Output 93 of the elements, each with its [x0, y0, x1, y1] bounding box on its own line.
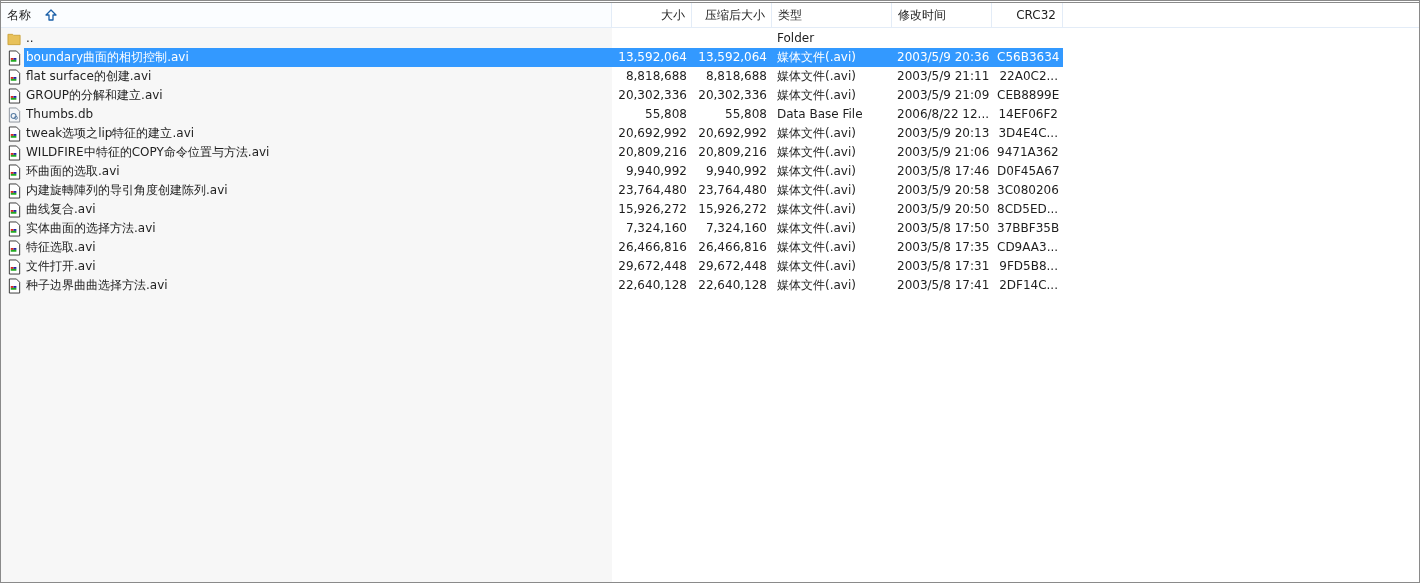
- video-file-icon: [7, 87, 22, 104]
- sort-ascending-icon: [45, 9, 57, 21]
- table-cell-text: 29,672,448: [617, 258, 688, 275]
- table-cell-text: 媒体文件(.avi): [776, 239, 857, 256]
- table-cell-text: 2003/5/9 20:50: [896, 201, 991, 218]
- table-cell-text: 8,818,688: [704, 68, 768, 85]
- table-cell-text: 22,640,128: [697, 277, 768, 294]
- table-cell-text: 2003/5/8 17:46: [896, 163, 991, 180]
- table-cell-text: 20,692,992: [697, 125, 768, 142]
- table-cell-text: 2DF14C...: [998, 277, 1059, 294]
- table-cell-text: 9,940,992: [704, 163, 768, 180]
- table-cell-text: 14EF06F2: [997, 106, 1059, 123]
- table-cell-text: 26,466,816: [697, 239, 768, 256]
- table-cell-text: 2003/5/9 21:09: [896, 87, 991, 104]
- video-file-icon: [7, 144, 22, 161]
- video-file-icon: [7, 239, 22, 256]
- table-cell-text: CD9AA3...: [996, 239, 1060, 256]
- table-cell-text: 23,764,480: [617, 182, 688, 199]
- table-cell-text: 媒体文件(.avi): [776, 144, 857, 161]
- table-cell: 媒体文件(.avi): [772, 48, 892, 67]
- table-cell-text: Folder: [776, 30, 816, 47]
- table-cell-text: 2003/5/8 17:35: [896, 239, 991, 256]
- video-file-icon: [7, 49, 22, 66]
- table-cell-text: 2003/5/9 20:58: [896, 182, 991, 199]
- file-name[interactable]: 环曲面的选取.avi: [24, 162, 612, 181]
- table-cell-text: 媒体文件(.avi): [776, 220, 857, 237]
- file-name[interactable]: WILDFIRE中特征的COPY命令位置与方法.avi: [24, 143, 612, 162]
- file-name[interactable]: 特征选取.avi: [24, 238, 612, 257]
- table-cell-text: 55,808: [724, 106, 768, 123]
- table-cell-text: D0F45A67: [996, 163, 1061, 180]
- video-file-icon: [7, 163, 22, 180]
- table-cell-text: 3C080206: [996, 182, 1060, 199]
- table-cell-text: 2003/5/8 17:31: [896, 258, 991, 275]
- file-name[interactable]: tweak选项之lip特征的建立.avi: [24, 124, 612, 143]
- video-file-icon: [7, 201, 22, 218]
- table-cell-text: 2003/5/9 21:06: [896, 144, 991, 161]
- table-cell-text: 媒体文件(.avi): [776, 163, 857, 180]
- table-cell-text: 9FD5B8...: [998, 258, 1059, 275]
- table-cell-text: 15,926,272: [617, 201, 688, 218]
- table-cell-text: 8CD5ED...: [996, 201, 1060, 218]
- table-cell-text: 媒体文件(.avi): [776, 87, 857, 104]
- table-cell-text: 20,809,216: [697, 144, 768, 161]
- file-name[interactable]: 种子边界曲曲选择方法.avi: [24, 276, 612, 295]
- table-cell-text: 媒体文件(.avi): [776, 68, 857, 85]
- table-cell-text: 37BBF35B: [996, 220, 1061, 237]
- table-cell-text: 2003/5/9 20:13: [896, 125, 991, 142]
- table-cell-text: 9471A362: [996, 144, 1060, 161]
- table-cell-text: Data Base File: [776, 106, 864, 123]
- table-cell-text: 媒体文件(.avi): [776, 277, 857, 294]
- table-cell-text: 2003/5/8 17:50: [896, 220, 991, 237]
- file-name[interactable]: 曲线复合.avi: [24, 200, 612, 219]
- table-cell-text: 20,302,336: [697, 87, 768, 104]
- table-cell-text: 8,818,688: [624, 68, 688, 85]
- file-name[interactable]: 内建旋轉陣列的导引角度创建陈列.avi: [24, 181, 612, 200]
- file-name[interactable]: 文件打开.avi: [24, 257, 612, 276]
- video-file-icon: [7, 125, 22, 142]
- video-file-icon: [7, 182, 22, 199]
- table-cell: 13,592,064: [612, 48, 692, 67]
- table-cell-text: 媒体文件(.avi): [776, 182, 857, 199]
- table-cell-text: 26,466,816: [617, 239, 688, 256]
- table-cell-text: 7,324,160: [624, 220, 688, 237]
- file-name[interactable]: GROUP的分解和建立.avi: [24, 86, 612, 105]
- table-cell-text: 55,808: [644, 106, 688, 123]
- table-cell-text: 22,640,128: [617, 277, 688, 294]
- table-cell-text: CEB8899E: [996, 87, 1061, 104]
- table-cell-text: 3D4E4C...: [997, 125, 1059, 142]
- table-cell-text: 23,764,480: [697, 182, 768, 199]
- table-cell-text: 2006/8/22 12...: [896, 106, 991, 123]
- table-cell: 2003/5/9 20:36: [892, 48, 992, 67]
- table-cell-text: 20,692,992: [617, 125, 688, 142]
- table-cell: 13,592,064: [692, 48, 772, 67]
- table-cell-text: 2003/5/9 21:11: [896, 68, 991, 85]
- video-file-icon: [7, 68, 22, 85]
- video-file-icon: [7, 277, 22, 294]
- table-cell-text: 20,302,336: [617, 87, 688, 104]
- table-cell-text: 15,926,272: [697, 201, 768, 218]
- table-cell-text: 媒体文件(.avi): [776, 125, 857, 142]
- video-file-icon: [7, 258, 22, 275]
- column-header[interactable]: 名称: [1, 3, 612, 27]
- file-name[interactable]: flat surface的创建.avi: [24, 67, 612, 86]
- table-cell-text: 20,809,216: [617, 144, 688, 161]
- table-cell-text: 媒体文件(.avi): [776, 258, 857, 275]
- table-cell: C56B3634: [992, 48, 1063, 67]
- file-name[interactable]: 实体曲面的选择方法.avi: [24, 219, 612, 238]
- table-cell-text: 媒体文件(.avi): [776, 201, 857, 218]
- video-file-icon: [7, 220, 22, 237]
- file-name[interactable]: ..: [24, 29, 612, 48]
- table-cell-text: 22A0C2...: [998, 68, 1059, 85]
- table-cell-text: 9,940,992: [624, 163, 688, 180]
- table-cell-text: 7,324,160: [704, 220, 768, 237]
- table-cell-text: 29,672,448: [697, 258, 768, 275]
- table-cell-text: 2003/5/8 17:41: [896, 277, 991, 294]
- file-name[interactable]: Thumbs.db: [24, 105, 612, 124]
